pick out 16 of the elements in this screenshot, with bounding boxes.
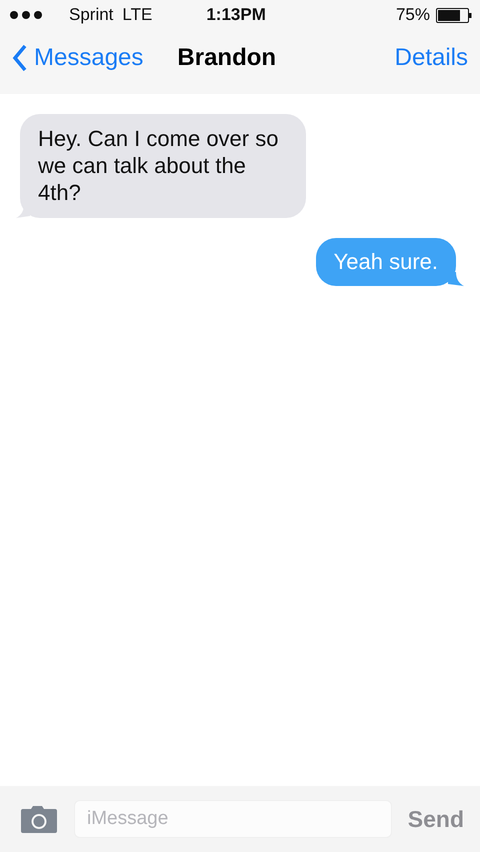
back-button[interactable]: Messages — [12, 44, 144, 72]
chevron-left-icon — [12, 44, 28, 72]
contact-name: Brandon — [177, 44, 276, 72]
send-button[interactable]: Send — [408, 806, 464, 832]
message-bubble: Hey. Can I come over so we can talk about the 4th? — [20, 114, 306, 218]
message-input[interactable]: iMessage — [74, 800, 392, 838]
signal-icon — [10, 11, 42, 19]
status-time: 1:13PM — [206, 5, 266, 25]
battery-percent: 75% — [396, 5, 430, 25]
battery-icon — [436, 8, 472, 22]
camera-icon[interactable] — [20, 805, 58, 833]
network-type: LTE — [122, 5, 152, 25]
bubble-tail — [448, 272, 464, 286]
carrier-name: Sprint — [69, 5, 114, 25]
details-button[interactable]: Details — [394, 44, 468, 72]
message-bubble: Yeah sure. — [316, 238, 456, 286]
